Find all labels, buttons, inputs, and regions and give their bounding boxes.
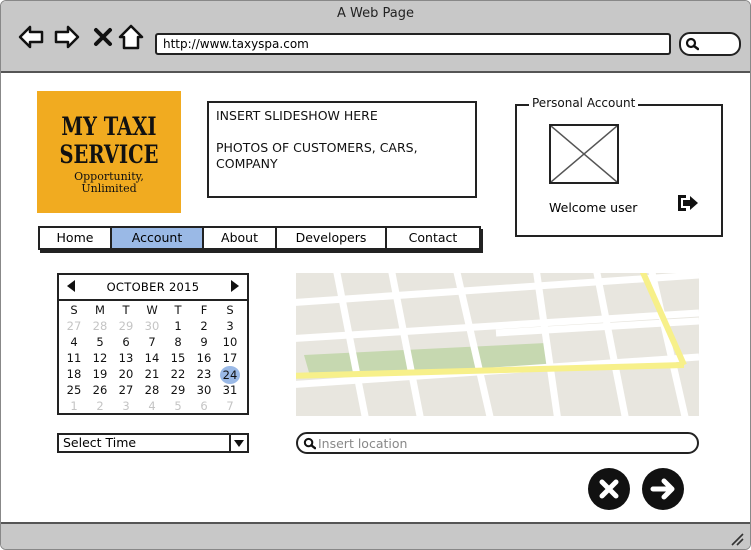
- main-menu: Home Account About Developers Contact: [38, 226, 481, 250]
- calendar-day[interactable]: 2: [88, 399, 112, 414]
- select-time-value: Select Time: [63, 435, 137, 450]
- calendar-header: OCTOBER 2015: [59, 275, 247, 301]
- browser-chrome: A Web Page http://www.taxyspa.com: [1, 1, 750, 73]
- calendar-day[interactable]: 30: [192, 383, 216, 398]
- calendar-day[interactable]: 29: [114, 319, 138, 334]
- calendar-day[interactable]: 24: [220, 366, 240, 384]
- arrow-circle-right-icon: [650, 478, 675, 500]
- browser-search-box[interactable]: [679, 32, 741, 56]
- calendar-weekday: W: [146, 303, 158, 317]
- calendar-day[interactable]: 21: [140, 367, 164, 382]
- calendar-day[interactable]: 6: [192, 399, 216, 414]
- calendar-day[interactable]: 12: [88, 351, 112, 366]
- calendar-weekday: F: [200, 303, 208, 317]
- calendar-day[interactable]: 30: [140, 319, 164, 334]
- location-input[interactable]: [318, 435, 688, 451]
- close-icon[interactable]: [89, 23, 117, 51]
- arrow-right-icon[interactable]: [53, 23, 81, 51]
- calendar-day[interactable]: 25: [62, 383, 86, 398]
- resize-grip-icon[interactable]: [730, 532, 744, 546]
- calendar-day[interactable]: 31: [218, 383, 242, 398]
- calendar-day[interactable]: 8: [166, 335, 190, 350]
- slideshow-title: INSERT SLIDESHOW HERE: [216, 108, 378, 123]
- calendar-day[interactable]: 11: [62, 351, 86, 366]
- home-icon[interactable]: [117, 23, 145, 51]
- calendar-day[interactable]: 7: [140, 335, 164, 350]
- personal-account-legend: Personal Account: [529, 96, 639, 110]
- slideshow-description: PHOTOS OF CUSTOMERS, CARS, COMPANY: [216, 140, 418, 171]
- calendar-day[interactable]: 19: [88, 367, 112, 382]
- slideshow-placeholder: INSERT SLIDESHOW HERE PHOTOS OF CUSTOMER…: [207, 101, 477, 198]
- calendar-day[interactable]: 27: [114, 383, 138, 398]
- welcome-text: Welcome user: [549, 200, 638, 215]
- status-bar: [1, 522, 750, 549]
- calendar-day[interactable]: 13: [114, 351, 138, 366]
- logout-icon[interactable]: [675, 190, 701, 216]
- calendar-day[interactable]: 4: [140, 399, 164, 414]
- calendar-day[interactable]: 4: [62, 335, 86, 350]
- cancel-button[interactable]: [588, 468, 630, 510]
- calendar-next-month-icon[interactable]: [231, 280, 239, 292]
- calendar-day[interactable]: 17: [218, 351, 242, 366]
- calendar-day[interactable]: 27: [62, 319, 86, 334]
- select-time-dropdown[interactable]: Select Time: [57, 433, 249, 453]
- calendar-day[interactable]: 28: [88, 319, 112, 334]
- calendar-weekday: T: [122, 303, 130, 317]
- calendar-day[interactable]: 18: [62, 367, 86, 382]
- location-search-box[interactable]: [296, 432, 699, 454]
- search-icon: [303, 437, 316, 450]
- logo-tagline-2: Unlimited: [81, 182, 137, 195]
- submit-button[interactable]: [642, 468, 684, 510]
- menu-item-developers[interactable]: Developers: [277, 228, 387, 248]
- window-title: A Web Page: [337, 6, 414, 21]
- calendar-day[interactable]: 15: [166, 351, 190, 366]
- menu-item-about[interactable]: About: [204, 228, 277, 248]
- menu-item-contact[interactable]: Contact: [387, 228, 479, 248]
- calendar-day[interactable]: 3: [114, 399, 138, 414]
- chevron-down-icon[interactable]: [229, 435, 247, 451]
- browser-window: A Web Page http://www.taxyspa.com MY TAX…: [0, 0, 751, 550]
- calendar-day[interactable]: 26: [88, 383, 112, 398]
- address-bar[interactable]: http://www.taxyspa.com: [155, 33, 671, 55]
- calendar-weekday: S: [70, 303, 78, 317]
- logo-line-1: MY TAXI: [61, 112, 157, 141]
- calendar-day[interactable]: 28: [140, 383, 164, 398]
- calendar-day[interactable]: 6: [114, 335, 138, 350]
- search-icon: [685, 37, 699, 51]
- calendar-day[interactable]: 22: [166, 367, 190, 382]
- calendar-day[interactable]: 7: [218, 399, 242, 414]
- arrow-left-icon[interactable]: [17, 23, 45, 51]
- calendar-day[interactable]: 5: [88, 335, 112, 350]
- calendar-day[interactable]: 16: [192, 351, 216, 366]
- calendar-day[interactable]: 20: [114, 367, 138, 382]
- calendar-day[interactable]: 3: [218, 319, 242, 334]
- calendar-day[interactable]: 1: [62, 399, 86, 414]
- logo: MY TAXI SERVICE Opportunity, Unlimited: [37, 91, 181, 213]
- menu-item-account[interactable]: Account: [112, 228, 204, 248]
- calendar-weekday: S: [226, 303, 234, 317]
- calendar-weekday: M: [95, 303, 105, 317]
- calendar-day[interactable]: 5: [166, 399, 190, 414]
- calendar-weekday: T: [174, 303, 182, 317]
- calendar-day[interactable]: 14: [140, 351, 164, 366]
- calendar-month-title: OCTOBER 2015: [106, 280, 200, 294]
- logo-line-2: SERVICE: [59, 140, 159, 169]
- cancel-icon: [599, 479, 619, 499]
- calendar-day[interactable]: 2: [192, 319, 216, 334]
- calendar-day[interactable]: 9: [192, 335, 216, 350]
- menu-item-home[interactable]: Home: [40, 228, 112, 248]
- personal-account-panel: Personal Account Welcome user: [515, 96, 723, 237]
- calendar-day[interactable]: 10: [218, 335, 242, 350]
- date-calendar: OCTOBER 2015 S M T W T F S 27 28 29 30 1 2 3 4 5 6 7 8 9 10 1…: [57, 273, 249, 415]
- map[interactable]: [296, 273, 699, 416]
- map-graphic: [296, 273, 699, 416]
- image-placeholder-icon: [549, 124, 619, 184]
- calendar-day[interactable]: 29: [166, 383, 190, 398]
- calendar-day[interactable]: 1: [166, 319, 190, 334]
- calendar-day[interactable]: 23: [192, 367, 216, 382]
